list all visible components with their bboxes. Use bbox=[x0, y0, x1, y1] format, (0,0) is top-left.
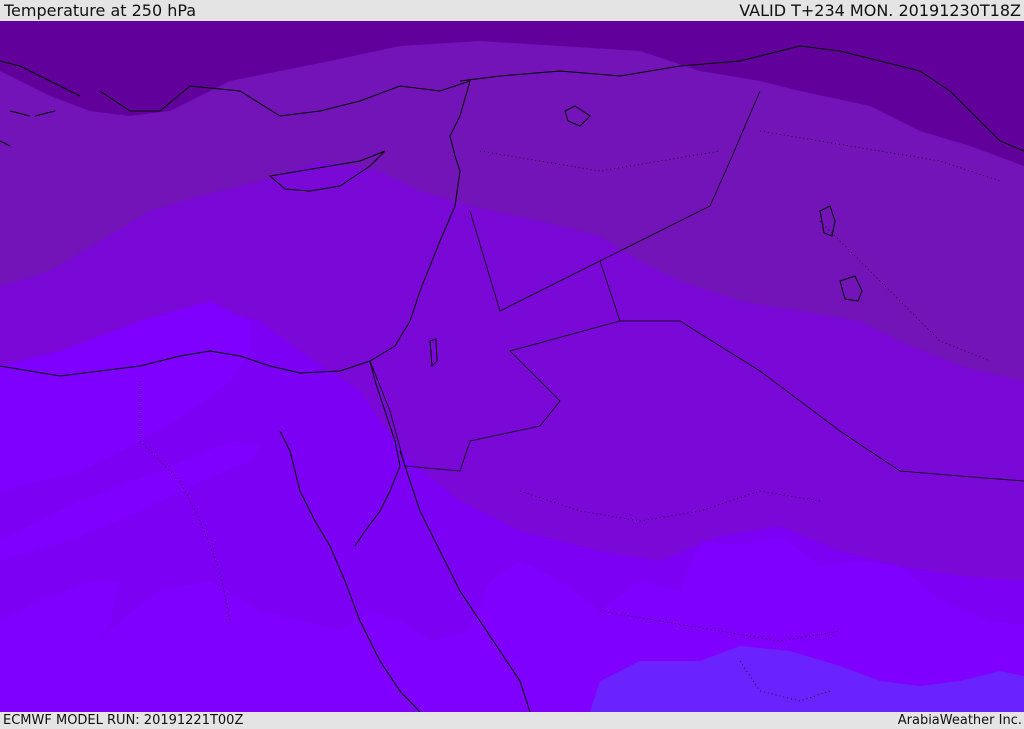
footer-bar: ECMWF MODEL RUN: 20191221T00Z ArabiaWeat… bbox=[0, 712, 1024, 729]
valid-time: VALID T+234 MON. 20191230T18Z bbox=[739, 1, 1021, 20]
weather-map[interactable] bbox=[0, 21, 1024, 712]
header-bar: Temperature at 250 hPa VALID T+234 MON. … bbox=[0, 0, 1024, 21]
temperature-map-svg bbox=[0, 21, 1024, 712]
model-run: ECMWF MODEL RUN: 20191221T00Z bbox=[3, 713, 244, 728]
map-title: Temperature at 250 hPa bbox=[4, 1, 197, 20]
credit-label: ArabiaWeather Inc. bbox=[897, 713, 1022, 728]
